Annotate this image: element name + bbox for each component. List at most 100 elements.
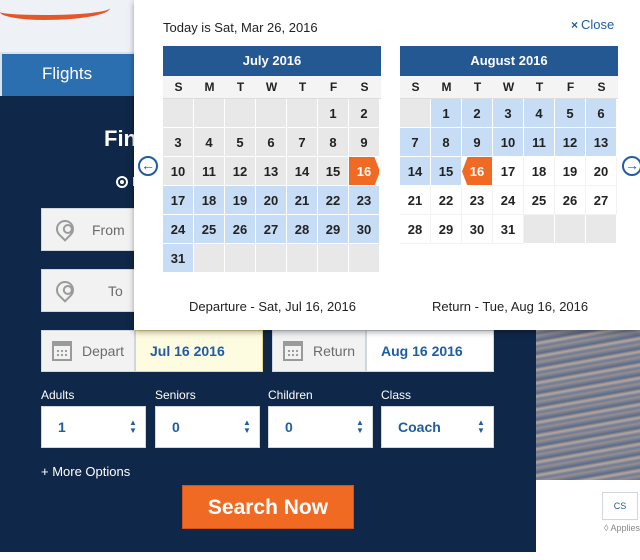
day-cell-28[interactable]: 28: [400, 215, 431, 244]
return-date-input[interactable]: Aug 16 2016: [366, 330, 494, 372]
departure-summary: Departure - Sat, Jul 16, 2016: [189, 299, 356, 314]
adults-select[interactable]: 1 ▲ ▼: [41, 406, 146, 448]
day-cell-11[interactable]: 11: [194, 157, 225, 186]
empty-day-cell: [225, 99, 256, 128]
day-cell-30[interactable]: 30: [349, 215, 380, 244]
day-cell-31[interactable]: 31: [493, 215, 524, 244]
day-cell-18[interactable]: 18: [194, 186, 225, 215]
prev-month-button[interactable]: ←: [138, 156, 158, 176]
day-cell-2[interactable]: 2: [462, 99, 493, 128]
weekday-label: W: [265, 80, 278, 94]
empty-day-cell: [163, 99, 194, 128]
panel-title: Fin: [104, 126, 137, 151]
adults-value: 1: [58, 419, 66, 435]
day-cell-26[interactable]: 26: [225, 215, 256, 244]
close-icon: ×: [571, 18, 579, 32]
next-month-button[interactable]: →: [622, 156, 640, 176]
day-cell-20[interactable]: 20: [256, 186, 287, 215]
weekday-label: T: [473, 80, 482, 94]
weekday-row: SMTWTFS: [163, 76, 381, 99]
day-cell-27[interactable]: 27: [256, 215, 287, 244]
empty-day-cell: [400, 99, 431, 128]
day-cell-4[interactable]: 4: [524, 99, 555, 128]
day-cell-6[interactable]: 6: [586, 99, 617, 128]
day-cell-1[interactable]: 1: [431, 99, 462, 128]
day-cell-9[interactable]: 9: [462, 128, 493, 157]
children-select[interactable]: 0 ▲ ▼: [268, 406, 373, 448]
day-cell-29[interactable]: 29: [431, 215, 462, 244]
day-cell-17[interactable]: 17: [163, 186, 194, 215]
day-cell-19[interactable]: 19: [225, 186, 256, 215]
weekday-label: T: [236, 80, 245, 94]
weekday-label: S: [360, 80, 369, 94]
day-cell-12[interactable]: 12: [555, 128, 586, 157]
day-cell-14[interactable]: 14: [287, 157, 318, 186]
applies-note: ◊ Applies: [604, 523, 640, 533]
day-cell-21[interactable]: 21: [400, 186, 431, 215]
day-cell-2[interactable]: 2: [349, 99, 380, 128]
seniors-label: Seniors: [155, 388, 196, 402]
day-cell-25[interactable]: 25: [194, 215, 225, 244]
day-cell-8[interactable]: 8: [431, 128, 462, 157]
day-cell-9[interactable]: 9: [349, 128, 380, 157]
day-cell-7[interactable]: 7: [287, 128, 318, 157]
day-cell-13[interactable]: 13: [586, 128, 617, 157]
day-cell-23[interactable]: 23: [462, 186, 493, 215]
day-cell-6[interactable]: 6: [256, 128, 287, 157]
day-cell-25[interactable]: 25: [524, 186, 555, 215]
more-options-link[interactable]: + More Options: [41, 464, 130, 479]
day-cell-10[interactable]: 10: [163, 157, 194, 186]
day-cell-18[interactable]: 18: [524, 157, 555, 186]
day-cell-20[interactable]: 20: [586, 157, 617, 186]
day-cell-21[interactable]: 21: [287, 186, 318, 215]
day-cell-17[interactable]: 17: [493, 157, 524, 186]
day-cell-8[interactable]: 8: [318, 128, 349, 157]
location-pin-icon: [52, 277, 78, 303]
day-cell-5[interactable]: 5: [555, 99, 586, 128]
calendar-icon: [283, 341, 303, 361]
class-select[interactable]: Coach ▲ ▼: [381, 406, 494, 448]
day-cell-4[interactable]: 4: [194, 128, 225, 157]
day-cell-16[interactable]: 16: [349, 157, 380, 186]
day-cell-12[interactable]: 12: [225, 157, 256, 186]
class-label: Class: [381, 388, 412, 402]
calendar-icon: [52, 341, 72, 361]
seniors-select[interactable]: 0 ▲ ▼: [155, 406, 260, 448]
day-cell-14[interactable]: 14: [400, 157, 431, 186]
close-button[interactable]: × Close: [571, 17, 614, 32]
children-label: Children: [268, 388, 313, 402]
depart-date-input[interactable]: Jul 16 2016: [135, 330, 263, 372]
search-now-button[interactable]: Search Now: [182, 485, 354, 529]
day-cell-26[interactable]: 26: [555, 186, 586, 215]
day-cell-29[interactable]: 29: [318, 215, 349, 244]
select-arrows-icon: ▲ ▼: [243, 418, 251, 435]
day-cell-24[interactable]: 24: [493, 186, 524, 215]
weekday-label: T: [535, 80, 544, 94]
trip-type-radio[interactable]: [116, 176, 128, 188]
day-cell-24[interactable]: 24: [163, 215, 194, 244]
day-cell-19[interactable]: 19: [555, 157, 586, 186]
day-cell-27[interactable]: 27: [586, 186, 617, 215]
day-cell-31[interactable]: 31: [163, 244, 194, 273]
empty-day-cell: [287, 244, 318, 273]
empty-day-cell: [349, 244, 380, 273]
day-cell-30[interactable]: 30: [462, 215, 493, 244]
day-cell-5[interactable]: 5: [225, 128, 256, 157]
day-cell-10[interactable]: 10: [493, 128, 524, 157]
day-cell-3[interactable]: 3: [163, 128, 194, 157]
day-cell-16[interactable]: 16: [462, 157, 493, 186]
day-cell-15[interactable]: 15: [431, 157, 462, 186]
day-cell-23[interactable]: 23: [349, 186, 380, 215]
day-cell-3[interactable]: 3: [493, 99, 524, 128]
close-label: Close: [581, 17, 615, 32]
day-cell-1[interactable]: 1: [318, 99, 349, 128]
day-cell-7[interactable]: 7: [400, 128, 431, 157]
day-cell-22[interactable]: 22: [431, 186, 462, 215]
day-cell-28[interactable]: 28: [287, 215, 318, 244]
day-cell-11[interactable]: 11: [524, 128, 555, 157]
day-cell-15[interactable]: 15: [318, 157, 349, 186]
day-cell-13[interactable]: 13: [256, 157, 287, 186]
day-cell-22[interactable]: 22: [318, 186, 349, 215]
tab-flights[interactable]: Flights: [2, 54, 134, 96]
class-value: Coach: [398, 419, 441, 435]
